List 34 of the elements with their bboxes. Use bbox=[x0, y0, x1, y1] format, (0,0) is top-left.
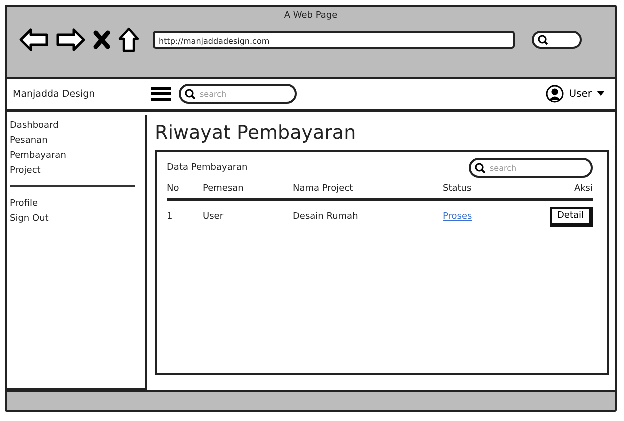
sidebar-link[interactable]: Pesanan bbox=[10, 134, 48, 149]
detail-button[interactable]: Detail bbox=[550, 207, 593, 227]
search-icon bbox=[538, 35, 548, 45]
user-icon bbox=[546, 85, 564, 103]
window-title: A Web Page bbox=[284, 11, 338, 21]
page-title: Riwayat Pembayaran bbox=[155, 122, 356, 144]
close-icon[interactable] bbox=[93, 30, 111, 50]
column-header: No bbox=[167, 182, 203, 200]
sidebar-link[interactable]: Dashboard bbox=[10, 119, 59, 134]
search-icon bbox=[475, 162, 486, 174]
forward-arrow-icon[interactable] bbox=[56, 28, 86, 52]
search-field[interactable]: search bbox=[179, 84, 297, 104]
column-header: Aksi bbox=[504, 182, 593, 200]
table-cell: User bbox=[203, 200, 293, 233]
search-field[interactable] bbox=[532, 31, 582, 49]
brand-name: Manjadda Design bbox=[13, 88, 96, 100]
column-header: Nama Project bbox=[293, 182, 443, 200]
table-cell: Desain Rumah bbox=[293, 200, 443, 233]
sidebar-link[interactable]: Sign Out bbox=[10, 212, 49, 227]
panel-title: Data Pembayaran bbox=[167, 163, 248, 173]
back-arrow-icon[interactable] bbox=[19, 28, 49, 52]
sidebar-link[interactable]: Profile bbox=[10, 197, 38, 212]
column-header: Pemesan bbox=[203, 182, 293, 200]
user-menu[interactable]: User bbox=[546, 85, 605, 103]
address-field[interactable]: http://manjaddadesign.com bbox=[153, 31, 515, 49]
column-header: Status bbox=[443, 182, 504, 200]
menu-icon[interactable] bbox=[151, 86, 171, 102]
status-link[interactable]: Proses bbox=[443, 212, 472, 222]
table-cell: 1 bbox=[167, 200, 203, 233]
search-icon bbox=[185, 88, 196, 100]
sidebar-link[interactable]: Project bbox=[10, 164, 41, 179]
sidebar-link[interactable]: Pembayaran bbox=[10, 149, 66, 164]
caret-icon bbox=[597, 91, 605, 97]
search-field[interactable]: search bbox=[469, 158, 593, 178]
